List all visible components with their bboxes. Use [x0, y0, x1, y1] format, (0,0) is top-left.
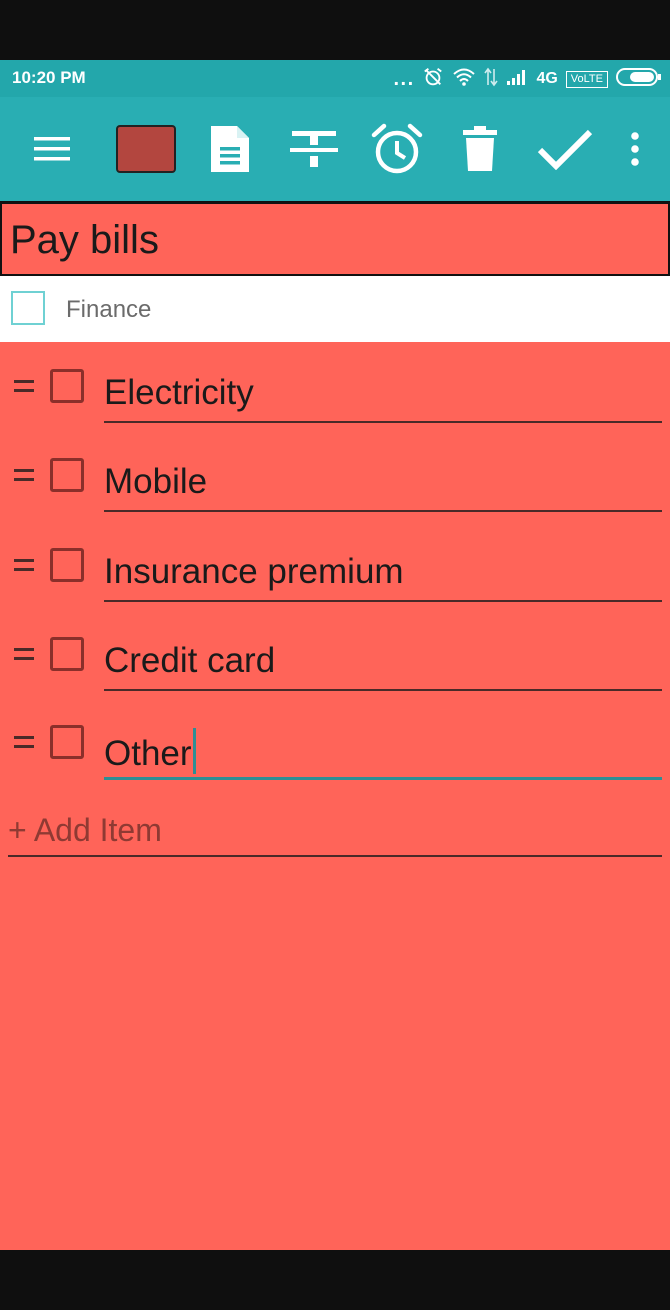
drag-handle-icon[interactable] [14, 469, 34, 483]
top-system-area [0, 0, 670, 60]
item-text[interactable]: Mobile [104, 461, 207, 503]
item-text[interactable]: Electricity [104, 372, 254, 414]
wifi-icon [452, 67, 476, 91]
more-options-button[interactable] [618, 97, 652, 201]
checklist-item: Credit card [0, 618, 670, 707]
more-notifications-icon: ... [393, 69, 415, 89]
item-checkbox[interactable] [50, 369, 84, 403]
checklist-item: Insurance premium [0, 529, 670, 618]
item-underline [104, 510, 662, 512]
save-button[interactable] [532, 97, 598, 201]
alarm-off-icon [422, 66, 444, 92]
item-text[interactable]: Insurance premium [104, 551, 404, 593]
category-label: Finance [66, 296, 152, 323]
document-icon [211, 126, 249, 172]
drag-handle-icon[interactable] [14, 559, 34, 573]
note-title: Pay bills [10, 218, 159, 262]
strikethrough-button[interactable] [284, 97, 344, 201]
delete-icon [463, 126, 497, 171]
drag-handle-icon[interactable] [14, 648, 34, 662]
item-underline [104, 421, 662, 423]
menu-icon [34, 137, 70, 161]
add-item-underline [8, 855, 662, 857]
item-text-input[interactable]: Other [104, 728, 196, 775]
notebook-icon [11, 291, 45, 325]
reminder-button[interactable] [366, 97, 428, 201]
more-vert-icon [631, 132, 639, 166]
drag-handle-icon[interactable] [14, 736, 34, 750]
item-underline [104, 777, 662, 780]
drag-handle-icon[interactable] [14, 380, 34, 394]
strikethrough-icon [290, 131, 338, 167]
data-arrows-icon [484, 67, 499, 91]
volte-badge: VoLTE [565, 70, 608, 88]
item-underline [104, 689, 662, 691]
signal-icon [506, 68, 528, 90]
checklist-item: Electricity [0, 350, 670, 439]
note-toolbar [0, 97, 670, 201]
battery-icon [616, 67, 662, 91]
item-underline [104, 600, 662, 602]
item-checkbox[interactable] [50, 637, 84, 671]
checklist: Electricity Mobile Insurance premium Cre… [0, 342, 670, 1250]
item-checkbox[interactable] [50, 548, 84, 582]
navigation-bar [0, 1250, 670, 1310]
document-button[interactable] [200, 97, 260, 201]
menu-button[interactable] [22, 97, 82, 201]
alarm-icon [371, 123, 423, 174]
item-checkbox[interactable] [50, 458, 84, 492]
network-type: 4G [536, 70, 558, 87]
add-item-label: + Add Item [8, 812, 162, 848]
category-row[interactable]: Finance [0, 276, 670, 342]
add-item-field[interactable]: + Add Item [8, 812, 662, 858]
checklist-item: Mobile [0, 439, 670, 528]
item-text[interactable]: Credit card [104, 640, 275, 682]
note-title-field[interactable]: Pay bills [0, 202, 670, 276]
status-bar: 10:20 PM ... 4G VoLTE [0, 60, 670, 97]
color-picker-button[interactable] [116, 125, 176, 173]
check-icon [537, 129, 593, 170]
status-icons: ... 4G VoLTE [393, 66, 662, 92]
checklist-item: Other [0, 706, 670, 795]
item-checkbox[interactable] [50, 725, 84, 759]
status-time: 10:20 PM [12, 68, 86, 87]
delete-button[interactable] [452, 97, 508, 201]
